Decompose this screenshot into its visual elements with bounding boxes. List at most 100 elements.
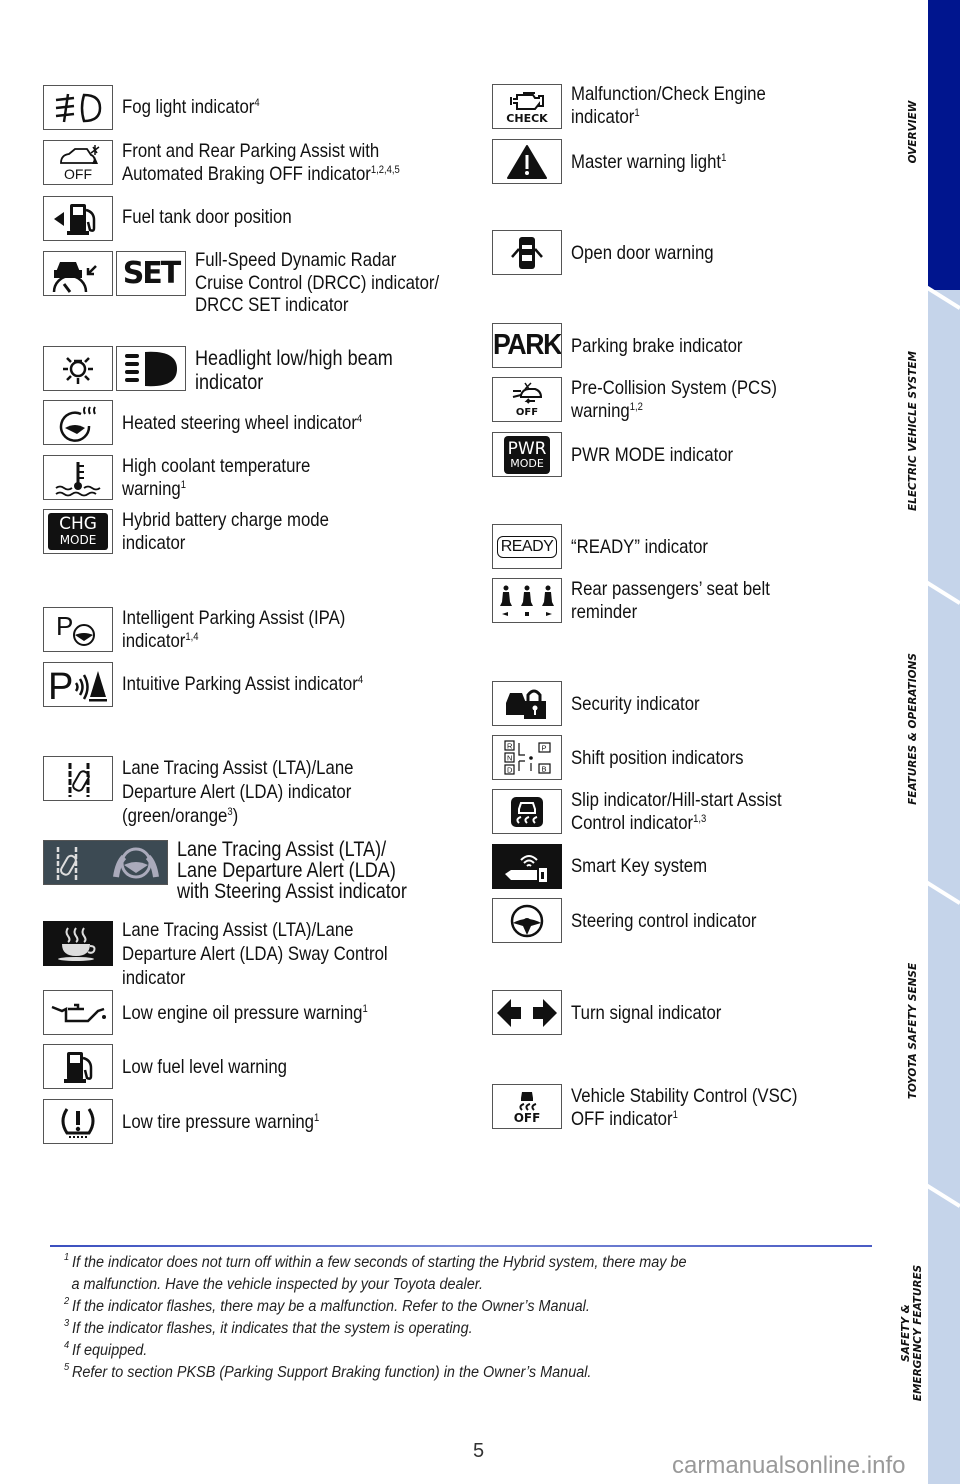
indicator-coolant: High coolant temperature warning1 bbox=[43, 455, 341, 500]
indicator-low-fuel: Low fuel level warning bbox=[43, 1044, 314, 1089]
indicator-oil-pressure: Low engine oil pressure warning1 bbox=[43, 990, 408, 1035]
shift-position-icon: RND P B bbox=[492, 735, 562, 780]
indicator-ipa: P Intelligent Parking Assist (IPA) indica… bbox=[43, 607, 382, 652]
indicator-label: PWR MODE indicator bbox=[571, 444, 734, 466]
indicator-label: “READY” indicator bbox=[571, 536, 708, 558]
indicator-label: Steering control indicator bbox=[571, 910, 757, 932]
indicator-turn-signal: Turn signal indicator bbox=[492, 990, 746, 1035]
indicator-label: Smart Key system bbox=[571, 855, 708, 877]
svg-text:D: D bbox=[507, 765, 513, 774]
indicator-open-door: Open door warning bbox=[492, 230, 737, 275]
indicator-master-warning: Master warning light1 bbox=[492, 139, 752, 184]
tire-pressure-icon bbox=[43, 1099, 113, 1144]
set-icon: SET bbox=[116, 251, 186, 296]
footnote-1: 1 If the indicator does not turn off with… bbox=[64, 1252, 687, 1272]
pcs-off-icon: OFF bbox=[492, 377, 562, 422]
indicator-label: Low engine oil pressure warning1 bbox=[122, 1002, 368, 1024]
indicator-label: Master warning light1 bbox=[571, 151, 727, 173]
low-fuel-icon bbox=[43, 1044, 113, 1089]
master-warning-icon bbox=[492, 139, 562, 184]
indicator-label: Slip indicator/Hill-start Assist Control … bbox=[571, 789, 782, 834]
parking-assist-off-icon: OFF bbox=[43, 140, 113, 185]
indicator-fuel-door: Fuel tank door position bbox=[43, 196, 319, 241]
svg-text:P: P bbox=[542, 743, 547, 752]
footnote-2: 2 If the indicator flashes, there may be … bbox=[64, 1296, 590, 1316]
tab-overview[interactable]: OVERVIEW bbox=[907, 72, 919, 192]
page-number: 5 bbox=[473, 1440, 485, 1462]
indicator-label: Vehicle Stability Control (VSC) OFF indic… bbox=[571, 1085, 798, 1130]
indicator-label: Headlight low/high beam indicator bbox=[195, 347, 393, 394]
intuitive-parking-icon: P bbox=[43, 662, 113, 707]
indicator-rear-seatbelt: Rear passengers’ seat belt reminder bbox=[492, 578, 802, 623]
indicator-pcs: OFF Pre-Collision System (PCS) warning1,2 bbox=[492, 377, 810, 422]
tab-toyota-safety-sense[interactable]: TOYOTA SAFETY SENSE bbox=[907, 961, 919, 1101]
tab-safety-emergency[interactable]: SAFETY & EMERGENCY FEATURES bbox=[900, 1258, 926, 1408]
indicator-tire-pressure: Low tire pressure warning1 bbox=[43, 1099, 351, 1144]
ipa-icon: P bbox=[43, 607, 113, 652]
fuel-door-icon bbox=[43, 196, 113, 241]
indicator-label: Fog light indicator4 bbox=[122, 96, 260, 118]
indicator-label: Pre-Collision System (PCS) warning1,2 bbox=[571, 377, 777, 422]
indicator-label: Security indicator bbox=[571, 693, 700, 715]
indicator-label: Fuel tank door position bbox=[122, 206, 292, 228]
check-engine-icon: CHECK bbox=[492, 84, 562, 129]
lane-steering-assist-icon bbox=[43, 840, 168, 885]
indicator-label: Rear passengers’ seat belt reminder bbox=[571, 578, 770, 623]
indicator-lane-tracing: Lane Tracing Assist (LTA)/Lane Departure … bbox=[43, 756, 391, 828]
indicator-label: Lane Tracing Assist (LTA)/Lane Departure … bbox=[122, 919, 388, 989]
indicator-check-engine: CHECK Malfunction/Check Engine indicator1 bbox=[492, 83, 798, 129]
indicator-label: Malfunction/Check Engine indicator1 bbox=[571, 83, 766, 128]
security-icon bbox=[492, 681, 562, 726]
indicator-label: Open door warning bbox=[571, 242, 714, 264]
pwr-mode-icon: PWR MODE bbox=[492, 432, 562, 477]
indicator-label: Full-Speed Dynamic Radar Cruise Control (… bbox=[195, 249, 440, 316]
ready-icon: READY bbox=[492, 524, 562, 569]
indicator-parking-assist-off: OFF Front and Rear Parking Assist with Au… bbox=[43, 140, 445, 185]
turn-signal-icon bbox=[492, 990, 562, 1035]
indicator-label: Intuitive Parking Assist indicator4 bbox=[122, 673, 364, 695]
indicator-ready: READY “READY” indicator bbox=[492, 524, 730, 569]
fog-light-icon bbox=[43, 85, 113, 130]
high-beam-icon bbox=[116, 346, 186, 391]
sway-control-coffee-icon bbox=[43, 921, 113, 966]
svg-text:P: P bbox=[56, 611, 73, 641]
indicator-smart-key: Smart Key system bbox=[492, 844, 729, 889]
footnote-5: 5 Refer to section PKSB (Parking Support … bbox=[64, 1362, 592, 1382]
indicator-headlight: Headlight low/high beam indicator bbox=[43, 346, 425, 395]
indicator-label: Low fuel level warning bbox=[122, 1056, 287, 1078]
tab-features-operations[interactable]: FEATURES & OPERATIONS bbox=[907, 649, 919, 809]
indicator-label: Lane Tracing Assist (LTA)/Lane Departure … bbox=[122, 757, 354, 827]
lane-tracing-icon bbox=[43, 756, 113, 801]
coolant-temp-icon bbox=[43, 455, 113, 500]
indicator-sway-control: Lane Tracing Assist (LTA)/Lane Departure … bbox=[43, 919, 431, 990]
low-beam-icon bbox=[43, 346, 113, 391]
vsc-off-icon: OFF bbox=[492, 1084, 562, 1129]
footnote-4: 4 If equipped. bbox=[64, 1340, 148, 1360]
tab-electric-vehicle-system[interactable]: ELECTRIC VEHICLE SYSTEM bbox=[907, 351, 919, 511]
indicator-security: Security indicator bbox=[492, 681, 721, 726]
open-door-icon bbox=[492, 230, 562, 275]
indicator-label: Intelligent Parking Assist (IPA) indicato… bbox=[122, 607, 346, 652]
indicator-label: Lane Tracing Assist (LTA)/Lane Departure… bbox=[177, 838, 407, 903]
svg-text:R: R bbox=[507, 741, 513, 750]
indicator-label: Parking brake indicator bbox=[571, 335, 743, 357]
indicator-fog-light: Fog light indicator4 bbox=[43, 85, 282, 130]
chg-mode-icon: CHG MODE bbox=[43, 509, 113, 554]
smart-key-icon bbox=[492, 844, 562, 889]
indicator-label: Front and Rear Parking Assist with Automa… bbox=[122, 140, 400, 185]
indicator-parking-brake: PARK Parking brake indicator bbox=[492, 323, 770, 368]
indicator-heated-steering: Heated steering wheel indicator4 bbox=[43, 400, 401, 445]
footnote-divider bbox=[50, 1245, 872, 1247]
indicator-lane-steering-assist: Lane Tracing Assist (LTA)/Lane Departure… bbox=[43, 838, 444, 903]
indicator-chg-mode: CHG MODE Hybrid battery charge mode indic… bbox=[43, 509, 363, 554]
off-text: OFF bbox=[64, 165, 92, 182]
svg-text:N: N bbox=[507, 753, 512, 762]
indicator-shift-position: RND P B Shift position indicators bbox=[492, 735, 772, 780]
indicator-label: Low tire pressure warning1 bbox=[122, 1111, 320, 1133]
park-icon: PARK bbox=[492, 323, 562, 368]
indicator-steering-control: Steering control indicator bbox=[492, 898, 787, 943]
svg-text:P: P bbox=[48, 666, 73, 705]
tab-overview-active[interactable] bbox=[928, 0, 960, 290]
indicator-label: Turn signal indicator bbox=[571, 1002, 722, 1024]
slip-indicator-icon bbox=[492, 789, 562, 834]
